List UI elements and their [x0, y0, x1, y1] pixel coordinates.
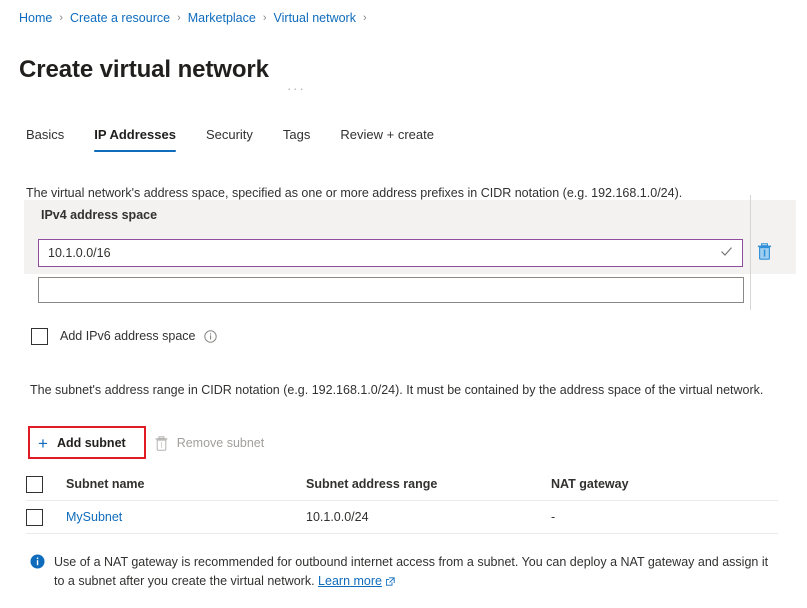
tab-security[interactable]: Security: [206, 126, 253, 152]
subnet-name-link[interactable]: MySubnet: [66, 510, 122, 524]
select-subnet-checkbox[interactable]: [26, 508, 43, 526]
add-ipv6-address-space-row: Add IPv6 address space: [31, 326, 217, 346]
nat-gateway-info-message: Use of a NAT gateway is recommended for …: [54, 555, 769, 588]
tab-bar: Basics IP Addresses Security Tags Review…: [26, 126, 464, 156]
add-subnet-label: Add subnet: [56, 436, 126, 450]
ipv4-address-space-label: IPv4 address space: [41, 208, 158, 222]
breadcrumb-separator-icon: ›: [262, 12, 267, 24]
add-subnet-button[interactable]: + Add subnet: [28, 427, 136, 459]
table-header-row: Subnet name Subnet address range NAT gat…: [26, 468, 778, 501]
breadcrumb-item-marketplace[interactable]: Marketplace: [188, 10, 256, 26]
nat-gateway-info-banner: Use of a NAT gateway is recommended for …: [30, 553, 780, 592]
breadcrumb-item-home[interactable]: Home: [19, 10, 52, 26]
ipv4-address-space-input[interactable]: [38, 239, 743, 267]
nat-gateway-info-text: Use of a NAT gateway is recommended for …: [54, 553, 780, 592]
remove-subnet-label: Remove subnet: [176, 436, 265, 450]
trash-icon: [757, 243, 772, 263]
cell-subnet-address-range: 10.1.0.0/24: [306, 510, 369, 524]
column-header-nat-gateway[interactable]: NAT gateway: [551, 477, 778, 491]
breadcrumb-separator-icon: ›: [59, 12, 64, 24]
page-header: Create virtual network ···: [19, 39, 305, 101]
add-ipv6-address-space-label: Add IPv6 address space: [60, 329, 196, 343]
breadcrumb-separator-icon: ›: [362, 12, 367, 24]
add-ipv6-address-space-checkbox[interactable]: [31, 327, 48, 345]
cell-subnet-name: MySubnet: [66, 510, 306, 524]
subnet-address-range-description: The subnet's address range in CIDR notat…: [30, 382, 764, 397]
column-header-subnet-name[interactable]: Subnet name: [66, 477, 306, 491]
subnet-toolbar: + Add subnet Remove subnet: [28, 427, 270, 459]
row-select-cell: [26, 508, 66, 526]
page-title: Create virtual network: [19, 56, 269, 84]
remove-subnet-button[interactable]: Remove subnet: [149, 427, 271, 459]
tab-review-create[interactable]: Review + create: [340, 126, 434, 152]
ipv4-address-space-field-wrapper: [38, 239, 743, 267]
select-all-cell: [26, 475, 66, 493]
breadcrumb: Home › Create a resource › Marketplace ›…: [19, 10, 374, 26]
learn-more-link[interactable]: Learn more: [318, 574, 382, 588]
ipv4-address-space-input-secondary[interactable]: [38, 277, 744, 303]
breadcrumb-item-create-a-resource[interactable]: Create a resource: [70, 10, 170, 26]
trash-icon: [155, 435, 168, 451]
tab-basics[interactable]: Basics: [26, 126, 64, 152]
cell-nat-gateway: -: [551, 510, 556, 524]
create-virtual-network-page: Home › Create a resource › Marketplace ›…: [0, 0, 807, 608]
panel-divider: [750, 195, 751, 310]
table-row: MySubnet 10.1.0.0/24 -: [26, 501, 778, 534]
external-link-icon: [385, 573, 395, 592]
plus-icon: +: [38, 433, 48, 453]
tab-ip-addresses[interactable]: IP Addresses: [94, 126, 176, 152]
info-icon[interactable]: [203, 329, 217, 343]
subnet-table: Subnet name Subnet address range NAT gat…: [26, 468, 778, 534]
breadcrumb-item-virtual-network[interactable]: Virtual network: [274, 10, 356, 26]
select-all-subnets-checkbox[interactable]: [26, 475, 43, 493]
column-header-subnet-address-range[interactable]: Subnet address range: [306, 477, 551, 491]
tab-tags[interactable]: Tags: [283, 126, 310, 152]
breadcrumb-separator-icon: ›: [177, 12, 181, 24]
more-options-icon[interactable]: ···: [287, 80, 306, 96]
delete-ipv4-address-space-button[interactable]: [753, 240, 775, 266]
info-icon: [30, 554, 45, 569]
